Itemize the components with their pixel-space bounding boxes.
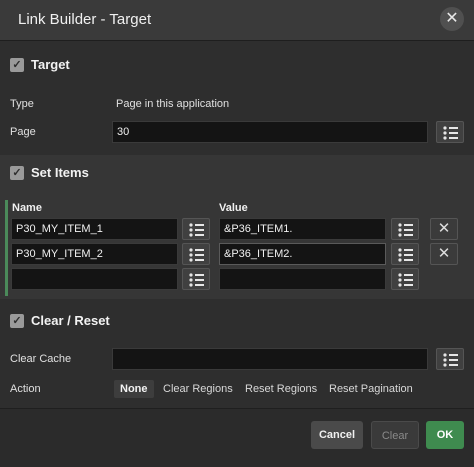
close-icon: ✕ [445, 10, 459, 27]
action-option-clear-regions[interactable]: Clear Regions [157, 380, 239, 398]
list-icon [398, 273, 413, 287]
action-option-reset-pagination[interactable]: Reset Pagination [323, 380, 419, 398]
dialog-titlebar: Link Builder - Target ✕ [0, 0, 474, 41]
value-column-header: Value [219, 202, 248, 214]
set-items-accent-bar [5, 200, 8, 296]
close-dialog-button[interactable]: ✕ [440, 7, 464, 31]
action-option-reset-regions[interactable]: Reset Regions [239, 380, 323, 398]
item-name-input[interactable]: P30_MY_ITEM_1 [11, 218, 178, 240]
name-column-header: Name [12, 202, 42, 214]
item-name-list-button[interactable] [182, 218, 210, 240]
close-icon: ✕ [437, 245, 451, 262]
type-label: Type [10, 98, 34, 110]
dialog-title: Link Builder - Target [18, 11, 152, 28]
type-value: Page in this application [116, 98, 230, 110]
remove-row-button[interactable]: ✕ [430, 243, 458, 265]
action-option-none[interactable]: None [114, 380, 154, 398]
collapse-checkbox-icon[interactable]: ✓ [10, 166, 24, 180]
page-list-button[interactable] [436, 121, 464, 143]
item-name-input[interactable]: P30_MY_ITEM_2 [11, 243, 178, 265]
item-value-input[interactable] [219, 268, 386, 290]
cancel-button[interactable]: Cancel [311, 421, 363, 449]
list-icon [189, 248, 204, 262]
collapse-checkbox-icon[interactable]: ✓ [10, 314, 24, 328]
collapse-checkbox-icon[interactable]: ✓ [10, 58, 24, 72]
ok-button[interactable]: OK [426, 421, 464, 449]
list-icon [443, 126, 458, 140]
set-items-section-header[interactable]: ✓ Set Items [0, 157, 474, 191]
item-name-list-button[interactable] [182, 268, 210, 290]
target-section-header[interactable]: ✓ Target [0, 49, 474, 83]
link-builder-dialog: Link Builder - Target ✕ ✓ Target Type Pa… [0, 0, 474, 467]
item-name-list-button[interactable] [182, 243, 210, 265]
clear-button[interactable]: Clear [371, 421, 419, 449]
item-value-list-button[interactable] [391, 218, 419, 240]
item-name-input[interactable] [11, 268, 178, 290]
list-icon [443, 353, 458, 367]
item-value-input[interactable]: &P36_ITEM2. [219, 243, 386, 265]
clear-cache-list-button[interactable] [436, 348, 464, 370]
action-label: Action [10, 383, 41, 395]
page-label: Page [10, 126, 36, 138]
set-items-section-title: Set Items [31, 165, 89, 180]
list-icon [398, 223, 413, 237]
remove-row-button[interactable]: ✕ [430, 218, 458, 240]
list-icon [398, 248, 413, 262]
item-value-list-button[interactable] [391, 243, 419, 265]
page-input[interactable]: 30 [112, 121, 428, 143]
list-icon [189, 273, 204, 287]
clear-reset-section-header[interactable]: ✓ Clear / Reset [0, 305, 474, 339]
clear-cache-label: Clear Cache [10, 353, 72, 365]
clear-cache-input[interactable] [112, 348, 428, 370]
item-value-input[interactable]: &P36_ITEM1. [219, 218, 386, 240]
item-value-list-button[interactable] [391, 268, 419, 290]
clear-reset-section-title: Clear / Reset [31, 313, 110, 328]
close-icon: ✕ [437, 220, 451, 237]
target-section-title: Target [31, 57, 70, 72]
dialog-footer: Cancel Clear OK [0, 408, 474, 467]
list-icon [189, 223, 204, 237]
